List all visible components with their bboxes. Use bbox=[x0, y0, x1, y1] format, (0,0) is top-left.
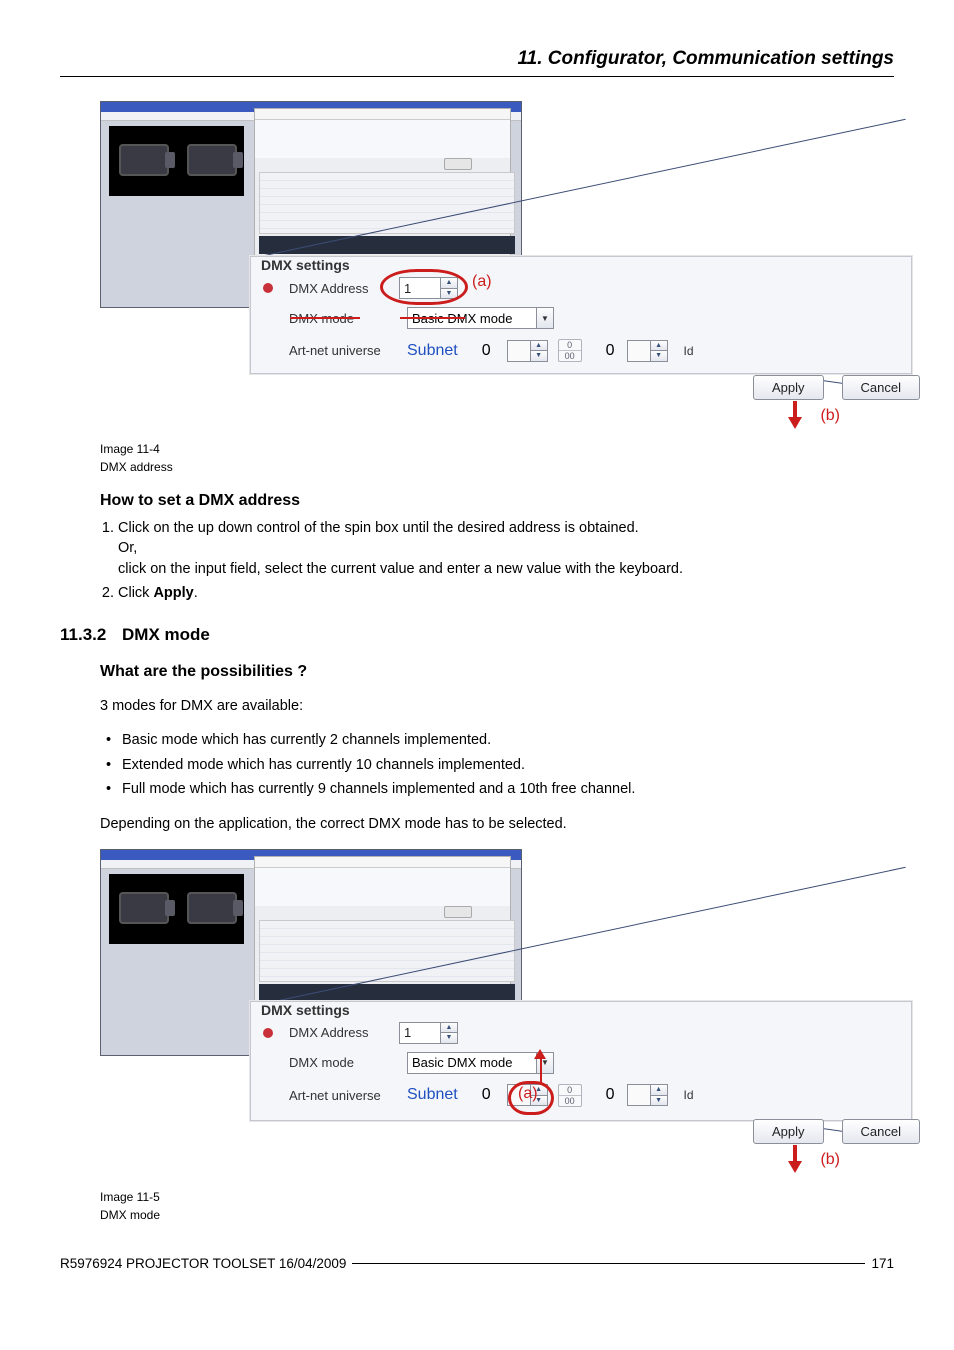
spin-up-icon[interactable]: ▲ bbox=[651, 1085, 667, 1096]
artnet-subnet-value: 0 bbox=[482, 1086, 491, 1104]
dmx-settings-panel: DMX settings DMX Address ▲▼ DMX mode Bas… bbox=[250, 256, 912, 374]
spin-down-icon[interactable]: ▼ bbox=[441, 1033, 457, 1043]
howto-step-1: Click on the up down control of the spin… bbox=[118, 518, 894, 579]
chapter-title: 11. Configurator, Communication settings bbox=[60, 48, 894, 70]
figure-caption-text: DMX address bbox=[100, 460, 894, 474]
artnet-id-label: Id bbox=[684, 1088, 694, 1102]
dmx-settings-panel: DMX settings DMX Address ▲▼ DMX mode Bas… bbox=[250, 1001, 912, 1121]
spin-down-icon[interactable]: ▼ bbox=[651, 351, 667, 361]
artnet-id-value: 0 bbox=[606, 1086, 615, 1104]
dmx-mode-select[interactable]: Basic DMX mode ▼ bbox=[407, 1052, 554, 1074]
callout-strike bbox=[400, 317, 465, 319]
list-item: Full mode which has currently 9 channels… bbox=[100, 779, 894, 799]
section-heading: 11.3.2DMX mode bbox=[60, 625, 894, 645]
dmx-address-label: DMX Address bbox=[289, 1025, 389, 1040]
dmx-address-row: DMX Address ▲▼ bbox=[263, 1022, 458, 1044]
callout-arrow-a-head bbox=[534, 1049, 546, 1059]
callout-a-label: (a) bbox=[518, 1085, 538, 1103]
callout-b-label: (b) bbox=[820, 407, 840, 425]
artnet-universe-row: Art-net universe Subnet 0 ▲▼ 000 0 ▲▼ Id bbox=[289, 339, 694, 362]
callout-arrow-a bbox=[540, 1055, 542, 1085]
projector-icon bbox=[187, 144, 237, 176]
howto-steps: Click on the up down control of the spin… bbox=[100, 518, 894, 603]
spin-up-icon[interactable]: ▲ bbox=[531, 341, 547, 352]
artnet-id-label: Id bbox=[684, 344, 694, 358]
callout-a-label: (a) bbox=[472, 273, 492, 291]
figure-caption-text: DMX mode bbox=[100, 1208, 894, 1222]
footer-doc-id: R5976924 PROJECTOR TOOLSET 16/04/2009 bbox=[60, 1256, 346, 1271]
spin-up-icon[interactable]: ▲ bbox=[441, 1023, 457, 1034]
spin-down-icon[interactable]: ▼ bbox=[531, 351, 547, 361]
spin-up-icon[interactable]: ▲ bbox=[651, 341, 667, 352]
artnet-universe-row: Art-net universe Subnet 0 ▲▼ 000 0 ▲▼ Id bbox=[289, 1084, 694, 1107]
apply-button[interactable]: Apply bbox=[753, 375, 824, 400]
dmx-bullet-icon bbox=[263, 283, 273, 293]
artnet-subnet-link[interactable]: Subnet bbox=[407, 342, 458, 360]
callout-b-label: (b) bbox=[820, 1151, 840, 1169]
possibilities-intro: 3 modes for DMX are available: bbox=[100, 696, 894, 716]
callout-arrow-b bbox=[788, 1145, 802, 1173]
projector-icon bbox=[119, 144, 169, 176]
dmx-address-label: DMX Address bbox=[289, 281, 389, 296]
possibilities-heading: What are the possibilities ? bbox=[100, 663, 894, 681]
button-bar: Apply Cancel bbox=[753, 375, 920, 400]
artnet-hex-display: 000 bbox=[558, 339, 582, 362]
callout-circle-a bbox=[380, 269, 468, 305]
heading-rule bbox=[60, 76, 894, 77]
dmx-mode-row: DMX mode Basic DMX mode ▼ bbox=[289, 1052, 554, 1074]
dmx-bullet-icon bbox=[263, 1028, 273, 1038]
cancel-button[interactable]: Cancel bbox=[842, 1119, 920, 1144]
button-bar: Apply Cancel bbox=[753, 1119, 920, 1144]
howto-heading: How to set a DMX address bbox=[100, 492, 894, 510]
dmx-address-spin[interactable]: ▲▼ bbox=[399, 1022, 458, 1044]
chevron-down-icon[interactable]: ▼ bbox=[536, 308, 553, 328]
list-item: Basic mode which has currently 2 channel… bbox=[100, 730, 894, 750]
dmx-mode-label: DMX mode bbox=[289, 1055, 397, 1070]
page-footer: R5976924 PROJECTOR TOOLSET 16/04/2009 17… bbox=[60, 1256, 894, 1271]
dmx-settings-title: DMX settings bbox=[261, 1002, 350, 1018]
dmx-mode-value: Basic DMX mode bbox=[408, 1053, 536, 1073]
footer-page-number: 171 bbox=[871, 1256, 894, 1271]
list-item: Extended mode which has currently 10 cha… bbox=[100, 755, 894, 775]
figure-11-5: DMX settings DMX Address ▲▼ DMX mode Bas… bbox=[100, 849, 920, 1124]
projector-icon bbox=[119, 892, 169, 924]
apply-button[interactable]: Apply bbox=[753, 1119, 824, 1144]
spin-down-icon[interactable]: ▼ bbox=[651, 1096, 667, 1106]
possibilities-list: Basic mode which has currently 2 channel… bbox=[100, 730, 894, 799]
artnet-subnet-link[interactable]: Subnet bbox=[407, 1086, 458, 1104]
artnet-label: Art-net universe bbox=[289, 1088, 397, 1103]
figure-caption-num: Image 11-5 bbox=[100, 1190, 894, 1204]
dmx-address-input[interactable] bbox=[400, 1023, 440, 1043]
dmx-settings-title: DMX settings bbox=[261, 257, 350, 273]
callout-strike bbox=[290, 317, 360, 319]
callout-arrow-b bbox=[788, 401, 802, 429]
possibilities-outro: Depending on the application, the correc… bbox=[100, 814, 894, 834]
artnet-id-value: 0 bbox=[606, 342, 615, 360]
artnet-subnet-value: 0 bbox=[482, 342, 491, 360]
cancel-button[interactable]: Cancel bbox=[842, 375, 920, 400]
artnet-label: Art-net universe bbox=[289, 343, 397, 358]
projector-icon bbox=[187, 892, 237, 924]
figure-11-4: DMX settings DMX Address ▲▼ DMX mode Bas… bbox=[100, 101, 920, 376]
artnet-hex-display: 000 bbox=[558, 1084, 582, 1107]
howto-step-2: Click Apply. bbox=[118, 583, 894, 603]
figure-caption-num: Image 11-4 bbox=[100, 442, 894, 456]
